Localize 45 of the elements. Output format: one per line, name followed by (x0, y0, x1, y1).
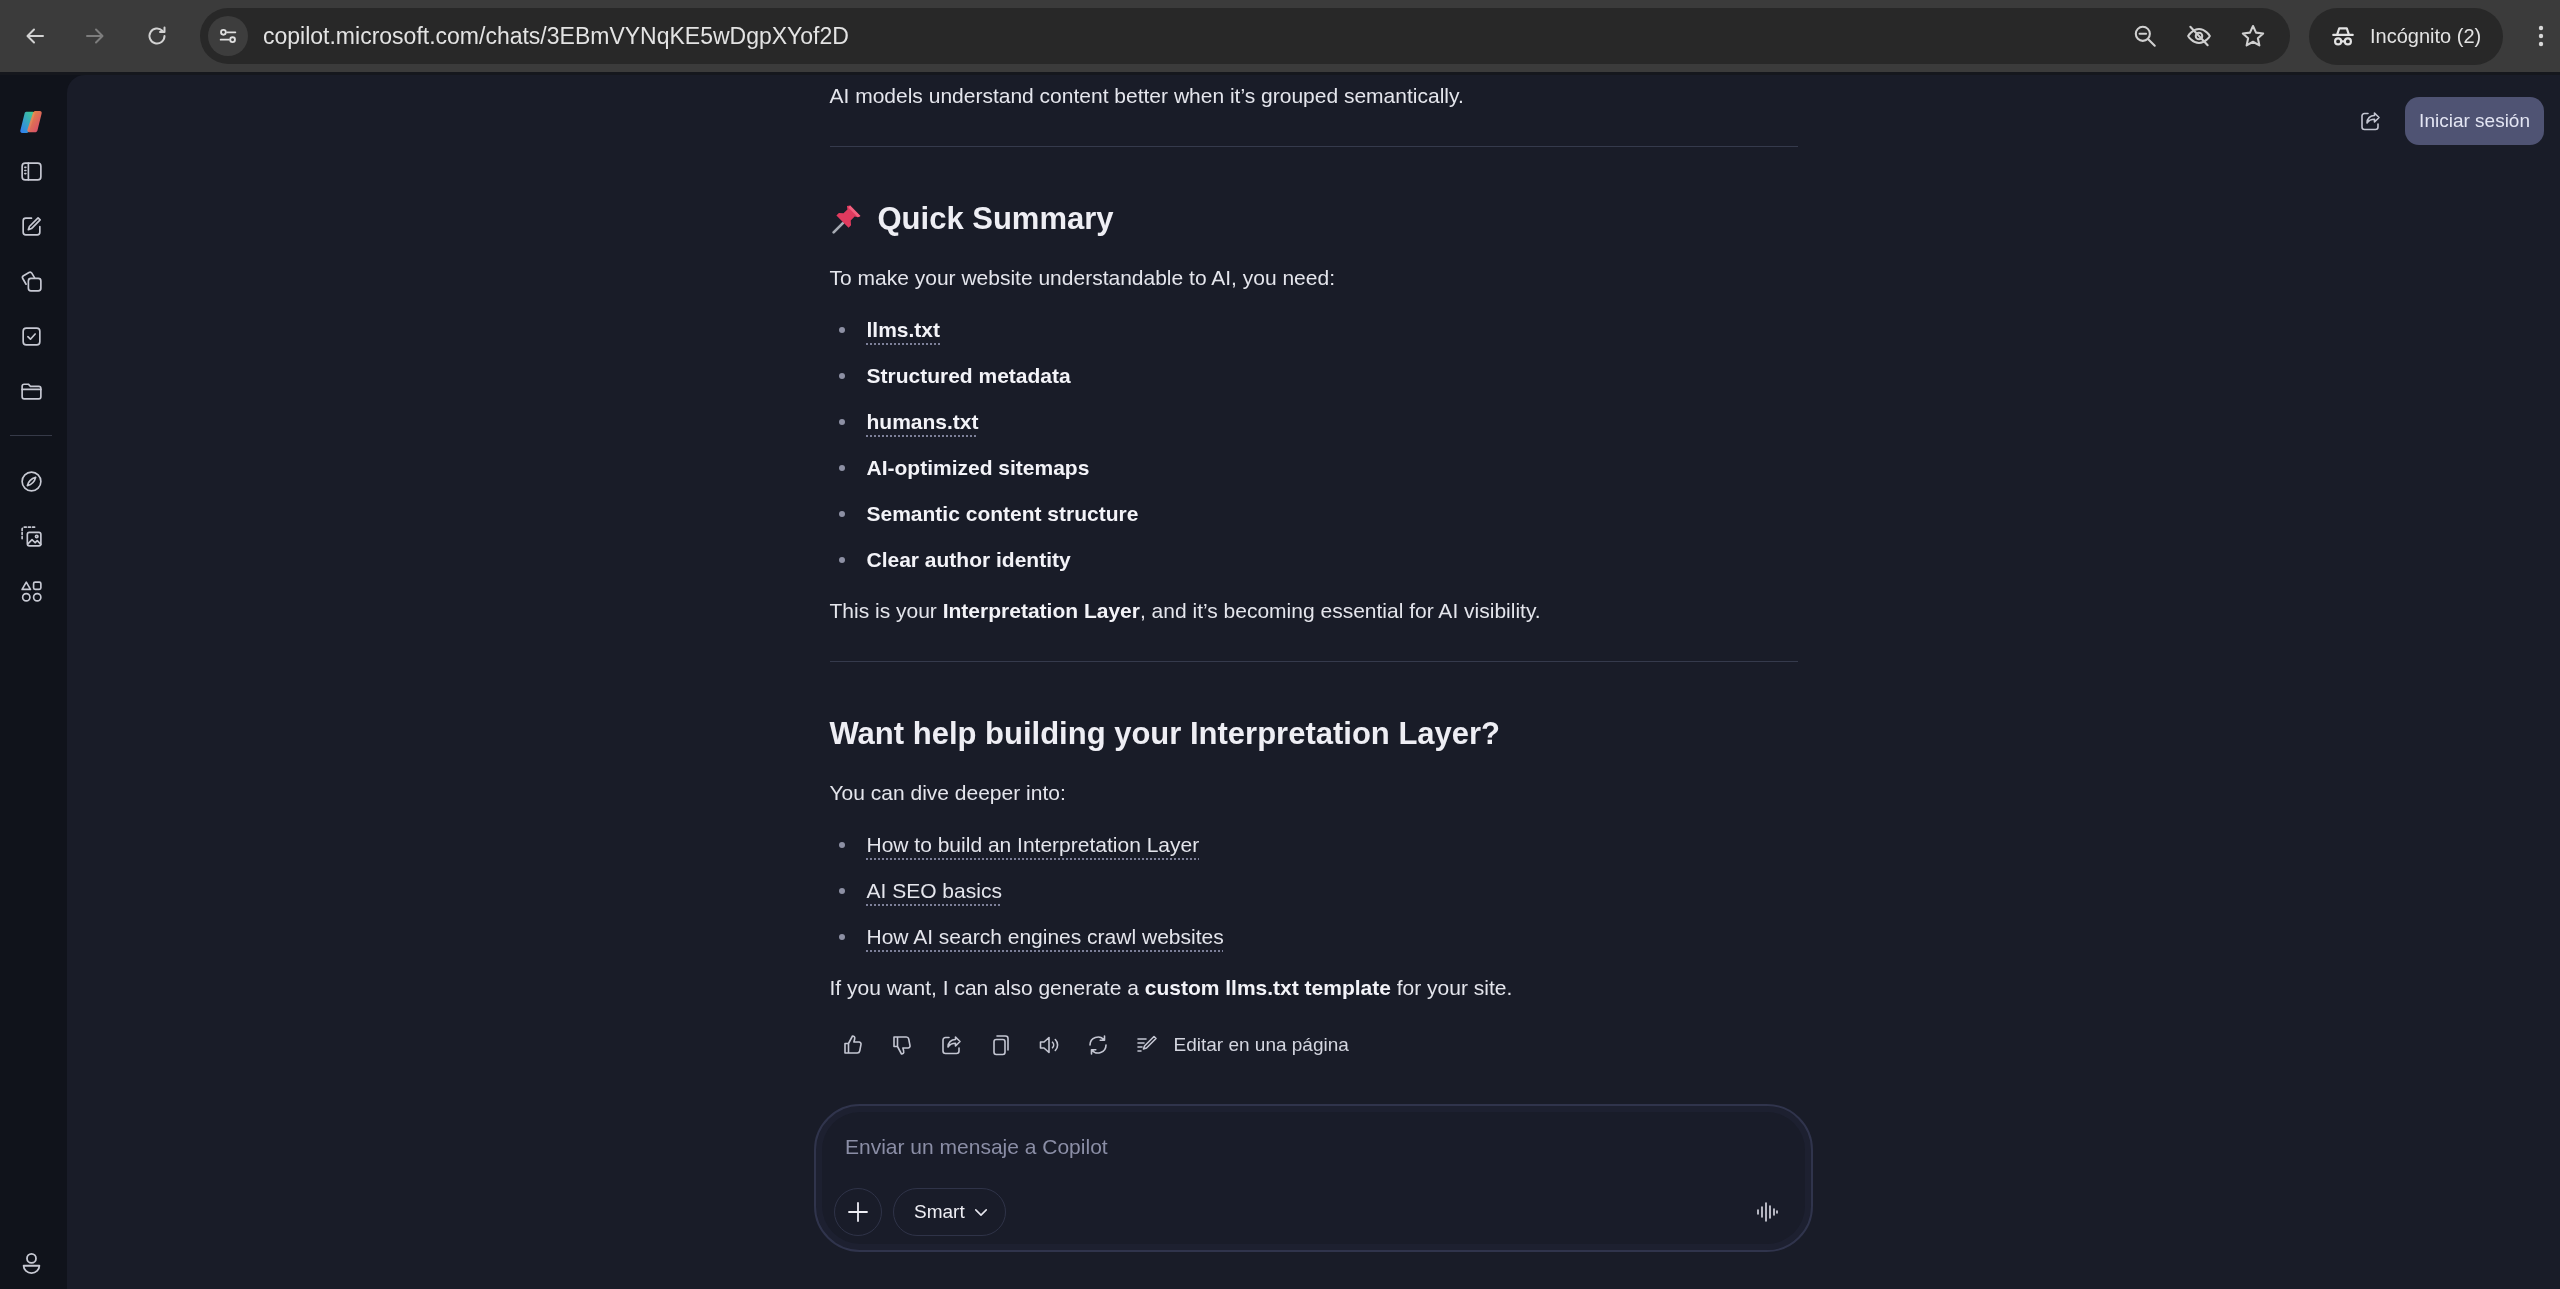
heading: Quick Summary (877, 200, 1114, 238)
share-icon[interactable] (2358, 109, 2383, 133)
images-icon[interactable] (18, 524, 44, 549)
bullet-icon (838, 327, 845, 333)
heading: Want help building your Interpretation Layer? (829, 715, 1501, 753)
apps-icon[interactable] (18, 579, 44, 604)
sign-in-button[interactable]: Iniciar sesión (2405, 97, 2544, 145)
bullet-icon (838, 842, 845, 848)
bullet-icon (838, 888, 845, 894)
plus-icon (846, 1200, 870, 1224)
bullet-icon (838, 465, 845, 471)
edit-page-button[interactable]: Editar en una página (1134, 1033, 1349, 1057)
list-item-text: Clear author identity (866, 547, 1071, 573)
star-icon[interactable] (2240, 23, 2266, 49)
paragraph: If you want, I can also generate a custom llms.txt template for your site. (829, 975, 1514, 1001)
bullet-icon (838, 511, 845, 517)
address-bar[interactable]: copilot.microsoft.com/chats/3EBmVYNqKE5wDgpXYof2D (200, 8, 2290, 64)
paragraph: AI models understand content better when it’s grouped semantically. (829, 83, 1465, 109)
bullet-icon (838, 373, 845, 379)
zoom-out-icon[interactable] (2132, 23, 2158, 49)
site-info-button[interactable] (208, 16, 248, 56)
paragraph: This is your Interpretation Layer, and it’s becoming essential for AI visibility. (829, 598, 1542, 624)
paragraph: You can dive deeper into: (829, 780, 1067, 806)
bullet-icon (838, 557, 845, 563)
logo-icon[interactable] (18, 109, 44, 135)
message-input[interactable]: Enviar un mensaje a Copilot (845, 1130, 1793, 1164)
chevron-down-icon (973, 1207, 988, 1217)
bullet-icon (838, 419, 845, 425)
link[interactable]: How AI search engines crawl websites (866, 922, 1224, 952)
link[interactable]: llms.txt (866, 315, 941, 345)
profile-button[interactable]: Incógnito (2) (2309, 7, 2503, 65)
bullet-icon (838, 934, 845, 940)
list-item-text: Structured metadata (866, 363, 1071, 389)
list-item-text: AI-optimized sitemaps (866, 455, 1090, 481)
url-text: copilot.microsoft.com/chats/3EBmVYNqKE5wDgpXYof2D (263, 22, 850, 50)
compass-icon[interactable] (18, 469, 44, 494)
more-icon[interactable] (2538, 24, 2544, 48)
link[interactable]: AI SEO basics (866, 876, 1002, 906)
list-item-text: Semantic content structure (866, 501, 1139, 527)
paragraph: To make your website understandable to AI, you need: (829, 265, 1336, 291)
link[interactable]: humans.txt (866, 407, 979, 437)
sidebar-toggle-icon[interactable] (18, 159, 44, 184)
eye-slash-icon[interactable] (2186, 23, 2212, 49)
waveform-icon[interactable] (1755, 1200, 1779, 1224)
link[interactable]: How to build an Interpretation Layer (866, 830, 1200, 860)
